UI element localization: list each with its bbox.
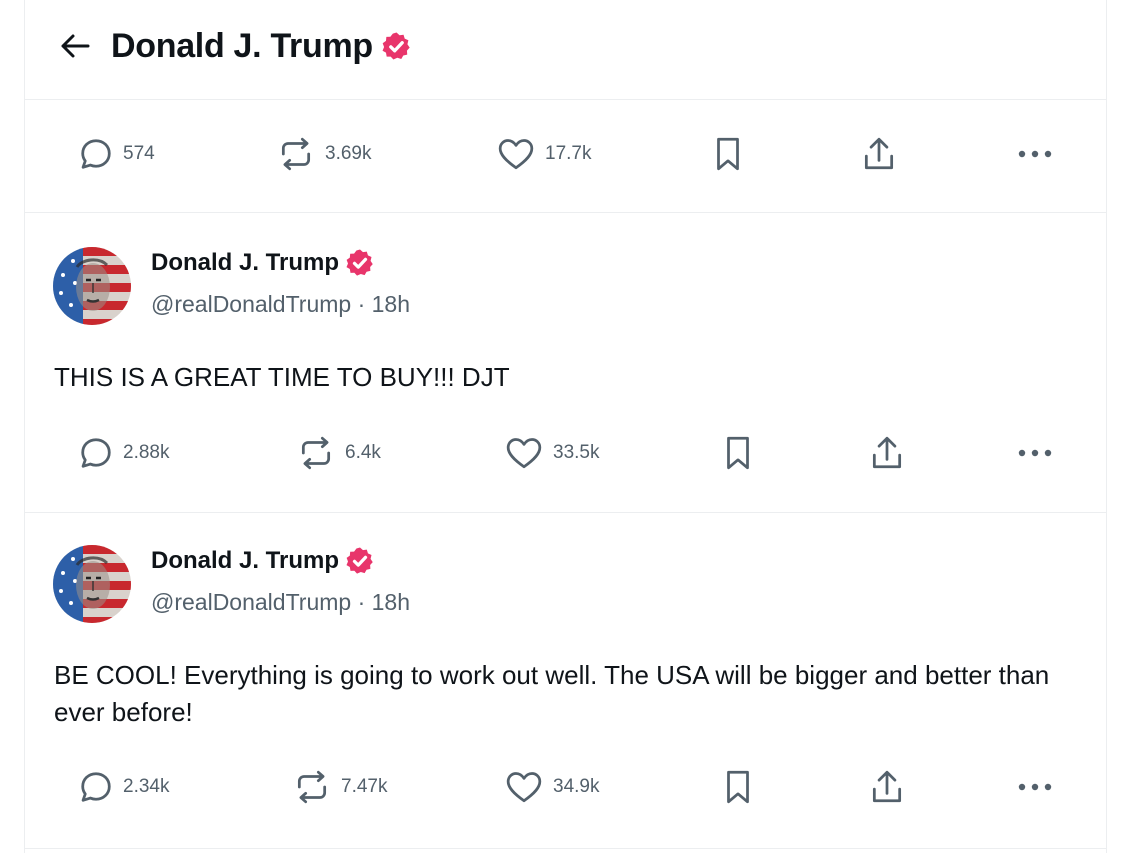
verified-badge-icon	[345, 546, 375, 576]
post: Donald J. Trump @realDonaldTrump · 18h T…	[25, 247, 1106, 512]
repost-count: 6.4k	[345, 442, 381, 463]
verified-badge-icon	[381, 31, 412, 62]
share-upload-icon	[870, 768, 904, 806]
bookmark-button[interactable]	[713, 134, 743, 174]
post-timestamp[interactable]: 18h	[372, 291, 410, 317]
like-count: 17.7k	[545, 143, 592, 164]
author-name-text: Donald J. Trump	[151, 547, 340, 574]
back-button[interactable]	[55, 26, 95, 66]
reply-button[interactable]: 2.88k	[79, 433, 169, 473]
like-count: 33.5k	[553, 442, 600, 463]
post-author: Donald J. Trump @realDonaldTrump · 18h	[151, 247, 410, 319]
author-name[interactable]: Donald J. Trump	[151, 545, 410, 577]
like-button[interactable]: 17.7k	[497, 134, 591, 174]
post-action-bar: 2.88k 6.4k 33.5k	[25, 433, 1106, 473]
more-button[interactable]	[1017, 433, 1053, 473]
post-action-bar: 2.34k 7.47k 34.9k	[25, 767, 1106, 807]
more-dots-icon	[1017, 148, 1053, 160]
speech-bubble-icon	[79, 770, 113, 804]
post-author: Donald J. Trump @realDonaldTrump · 18h	[151, 545, 410, 617]
reply-button[interactable]: 574	[79, 134, 155, 174]
reply-button[interactable]: 2.34k	[79, 767, 169, 807]
repost-arrows-icon	[293, 770, 331, 804]
author-meta: @realDonaldTrump · 18h	[151, 587, 410, 617]
meta-separator: ·	[357, 589, 366, 615]
like-button[interactable]: 34.9k	[505, 767, 599, 807]
share-upload-icon	[862, 135, 896, 173]
more-dots-icon	[1017, 781, 1053, 793]
divider	[25, 512, 1106, 513]
author-handle[interactable]: @realDonaldTrump	[151, 291, 351, 317]
bookmark-icon	[713, 135, 743, 173]
post-timestamp[interactable]: 18h	[372, 589, 410, 615]
share-upload-icon	[870, 434, 904, 472]
author-meta: @realDonaldTrump · 18h	[151, 289, 410, 319]
share-button[interactable]	[862, 134, 896, 174]
more-dots-icon	[1017, 447, 1053, 459]
heart-icon	[505, 770, 543, 804]
repost-arrows-icon	[277, 137, 315, 171]
verified-badge-icon	[345, 248, 375, 278]
avatar[interactable]	[53, 247, 131, 325]
post-text: THIS IS A GREAT TIME TO BUY!!! DJT	[54, 362, 510, 392]
page-title-text: Donald J. Trump	[111, 27, 373, 65]
like-count: 34.9k	[553, 776, 600, 797]
speech-bubble-icon	[79, 137, 113, 171]
share-button[interactable]	[870, 767, 904, 807]
post-action-bar: 574 3.69k 17.7k	[25, 134, 1106, 174]
page-title: Donald J. Trump	[111, 24, 412, 68]
author-handle[interactable]: @realDonaldTrump	[151, 589, 351, 615]
author-name[interactable]: Donald J. Trump	[151, 247, 410, 279]
repost-count: 7.47k	[341, 776, 388, 797]
heart-icon	[505, 436, 543, 470]
more-button[interactable]	[1017, 134, 1053, 174]
repost-button[interactable]: 3.69k	[277, 134, 371, 174]
bookmark-button[interactable]	[723, 767, 753, 807]
bookmark-button[interactable]	[723, 433, 753, 473]
arrow-left-icon	[61, 34, 90, 58]
repost-arrows-icon	[297, 436, 335, 470]
author-name-text: Donald J. Trump	[151, 249, 340, 276]
reply-count: 574	[123, 143, 155, 164]
divider	[25, 212, 1106, 213]
post-text: BE COOL! Everything is going to work out…	[54, 660, 1050, 727]
bookmark-icon	[723, 768, 753, 806]
repost-count: 3.69k	[325, 143, 372, 164]
post: Donald J. Trump @realDonaldTrump · 18h B…	[25, 545, 1106, 845]
reply-count: 2.88k	[123, 442, 170, 463]
repost-button[interactable]: 7.47k	[293, 767, 387, 807]
reply-count: 2.34k	[123, 776, 170, 797]
repost-button[interactable]: 6.4k	[297, 433, 381, 473]
share-button[interactable]	[870, 433, 904, 473]
avatar[interactable]	[53, 545, 131, 623]
heart-icon	[497, 137, 535, 171]
speech-bubble-icon	[79, 436, 113, 470]
like-button[interactable]: 33.5k	[505, 433, 599, 473]
meta-separator: ·	[357, 291, 366, 317]
more-button[interactable]	[1017, 767, 1053, 807]
divider	[25, 848, 1106, 849]
bookmark-icon	[723, 434, 753, 472]
timeline-column: Donald J. Trump 574 3.69k 17.7k Donald J…	[24, 0, 1107, 853]
profile-header: Donald J. Trump	[25, 0, 1106, 100]
